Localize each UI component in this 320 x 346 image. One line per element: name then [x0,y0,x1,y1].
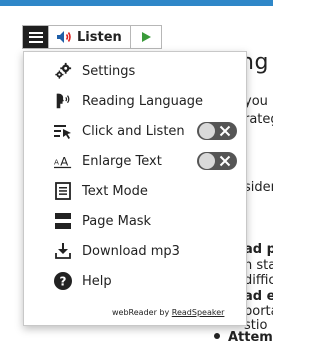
speaker-icon [57,31,71,43]
menu-item-help[interactable]: ? Help [24,267,248,295]
hamburger-icon [28,31,43,43]
readspeaker-link[interactable]: ReadSpeaker [172,308,225,317]
speaking-head-icon [54,92,72,110]
menu-item-label: Click and Listen [82,123,185,139]
menu-item-text-mode[interactable]: Text Mode [24,177,248,205]
menu-item-label: Text Mode [82,183,148,199]
text-fragment: ad p [244,242,273,257]
bullet-item: Attemp [214,330,273,345]
bullet-dot-icon [214,332,220,339]
enlarge-text-toggle[interactable] [197,152,237,170]
toggle-knob [199,123,215,139]
text-fragment: ad e [244,289,273,304]
play-button[interactable] [131,26,161,48]
click-pointer-icon [54,122,72,140]
text-fragment: porta [244,304,273,319]
menu-item-enlarge-text[interactable]: A A Enlarge Text [24,147,248,175]
enlarge-text-icon: A A [54,152,72,170]
play-icon [141,32,151,42]
menu-item-label: Settings [82,63,136,79]
menu-item-label: Help [82,273,112,289]
menu-item-download-mp3[interactable]: Download mp3 [24,237,248,265]
click-and-listen-toggle[interactable] [197,122,237,140]
webreader-toolbar: Listen [22,25,162,49]
svg-text:A: A [60,155,68,169]
menu-item-settings[interactable]: Settings [24,57,248,85]
menu-item-label: Enlarge Text [82,153,162,169]
text-fragment: rateg [244,112,273,127]
menu-item-page-mask[interactable]: Page Mask [24,207,248,235]
listen-label: Listen [77,29,122,45]
menu-item-label: Download mp3 [82,243,180,259]
svg-text:A: A [54,158,59,167]
text-fragment: sider [244,180,273,195]
webreader-menu: Settings Reading Language Click and List… [23,51,247,326]
close-icon [219,125,231,137]
page-mask-icon [54,212,72,230]
menu-item-label: Reading Language [82,93,204,109]
listen-button[interactable]: Listen [49,26,131,48]
menu-button[interactable] [23,26,49,48]
gears-icon [54,62,72,80]
help-icon: ? [54,272,72,290]
menu-item-label: Page Mask [82,213,152,229]
powered-by-prefix: webReader by [112,308,170,317]
menu-item-click-and-listen[interactable]: Click and Listen [24,117,248,145]
document-icon [54,182,72,200]
toggle-knob [199,153,215,169]
text-fragment: diffic [244,273,273,288]
powered-by: webReader by ReadSpeaker [112,308,224,317]
bullet-text: Attemp [228,330,273,345]
menu-item-reading-language[interactable]: Reading Language [24,87,248,115]
close-icon [219,155,231,167]
download-icon [54,242,72,260]
text-fragment: n sta [244,258,273,273]
svg-text:?: ? [60,275,67,289]
